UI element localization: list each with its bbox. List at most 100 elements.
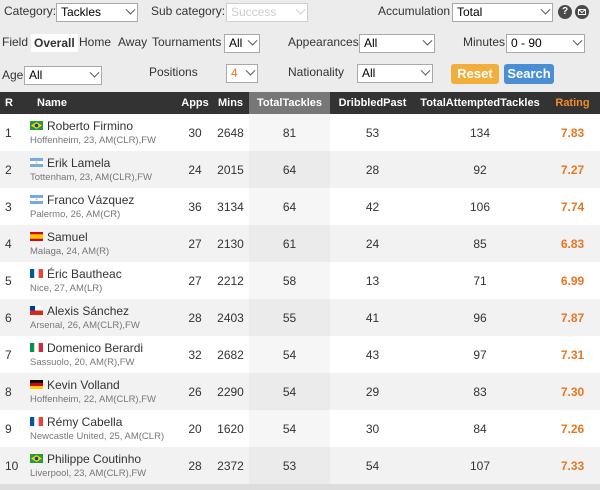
header-mins[interactable]: Mins xyxy=(212,92,249,114)
player-name-link[interactable]: Franco Vázquez xyxy=(47,193,134,207)
appearances-label: Appearances xyxy=(288,35,359,49)
player-name-link[interactable]: Erik Lamela xyxy=(47,156,110,170)
positions-label: Positions xyxy=(149,65,198,79)
header-apps[interactable]: Apps xyxy=(178,92,212,114)
reset-button[interactable]: Reset xyxy=(451,64,499,84)
rating-cell: 7.74 xyxy=(560,199,585,214)
email-icon[interactable] xyxy=(575,5,589,19)
player-name-link[interactable]: Rémy Cabella xyxy=(47,415,122,429)
attempted-tackles-cell: 71 xyxy=(473,273,487,288)
table-row[interactable]: 9 Rémy Cabella Newcastle United, 25, AM(CL… xyxy=(0,410,600,447)
subcategory-select-value: Success xyxy=(231,5,277,19)
germany-flag-icon xyxy=(30,378,43,392)
tournaments-select[interactable]: All xyxy=(224,34,260,53)
header-name[interactable]: Name xyxy=(30,92,178,114)
table-row[interactable]: 8 Kevin Volland Hoffenheim, 22, AM(CLR),FW… xyxy=(0,373,600,410)
player-info: Hoffenheim, 22, AM(CLR),FW xyxy=(30,394,157,405)
appearances-select[interactable]: All xyxy=(359,34,435,53)
search-button[interactable]: Search xyxy=(504,64,554,84)
positions-select[interactable]: 4 xyxy=(226,64,258,83)
field-option-overall[interactable]: Overall xyxy=(31,34,78,52)
total-tackles-cell: 64 xyxy=(249,151,330,188)
header-total-tackles[interactable]: TotalTackles xyxy=(249,92,330,114)
subcategory-select[interactable]: Success xyxy=(226,3,308,22)
total-tackles-cell: 54 xyxy=(249,336,330,373)
player-cell: Éric Bautheac Nice, 27, AM(LR) xyxy=(30,262,178,299)
rating-cell: 7.87 xyxy=(545,299,600,336)
player-info: Liverpool, 23, AM(CLR),FW xyxy=(30,468,147,479)
total-tackles-cell: 54 xyxy=(249,373,330,410)
help-icon[interactable]: ? xyxy=(558,5,572,19)
total-tackles-cell: 61 xyxy=(249,225,330,262)
scroll-track xyxy=(0,484,600,490)
tournaments-select-value: All xyxy=(229,36,243,50)
player-info: Newcastle United, 25, AM(CLR) xyxy=(30,431,165,442)
table-row[interactable]: 1 Roberto Firmino Hoffenheim, 23, AM(CLR),… xyxy=(0,114,600,151)
chevron-down-icon xyxy=(89,67,100,78)
dribbled-past-cell: 24 xyxy=(330,225,415,262)
table-row[interactable]: 10 Philippe Coutinho Liverpool, 23, AM(CLR… xyxy=(0,447,600,484)
player-name-link[interactable]: Philippe Coutinho xyxy=(47,452,141,466)
player-cell: Franco Vázquez Palermo, 26, AM(CR) xyxy=(30,188,178,225)
brazil-flag-icon xyxy=(30,452,43,466)
rank-cell: 1 xyxy=(5,125,12,140)
table-row[interactable]: 7 Domenico Berardi Sassuolo, 20, AM(R),FW 3… xyxy=(0,336,600,373)
total-tackles-cell: 54 xyxy=(249,410,330,447)
header-rank[interactable]: R xyxy=(0,92,30,114)
filter-row-category: Category: Tackles Sub category: Success … xyxy=(0,0,600,24)
field-option-home[interactable]: Home xyxy=(79,35,111,49)
attempted-tackles-cell: 84 xyxy=(473,421,487,436)
field-label: Field xyxy=(2,35,29,49)
player-name-link[interactable]: Samuel xyxy=(47,230,88,244)
total-tackles-cell: 64 xyxy=(249,188,330,225)
attempted-tackles-cell: 83 xyxy=(415,373,545,410)
positions-select-value: 4 xyxy=(231,66,238,80)
rating-cell: 7.30 xyxy=(545,373,600,410)
player-name-link[interactable]: Roberto Firmino xyxy=(47,119,133,133)
field-option-away[interactable]: Away xyxy=(118,35,147,49)
age-select[interactable]: All xyxy=(24,66,102,85)
rank-cell: 5 xyxy=(5,273,12,288)
accumulation-select[interactable]: Total xyxy=(452,3,553,22)
rating-cell: 7.26 xyxy=(560,421,585,436)
category-select[interactable]: Tackles xyxy=(56,3,138,22)
total-tackles-cell: 55 xyxy=(249,299,330,336)
table-row[interactable]: 4 Samuel Malaga, 24, AM(R) 27 2130 61 24 85 6.83 xyxy=(0,225,600,262)
subcategory-label: Sub category: xyxy=(151,4,226,18)
mins-cell: 2682 xyxy=(217,347,244,362)
player-info: Palermo, 26, AM(CR) xyxy=(30,209,121,220)
minutes-select[interactable]: 0 - 90 xyxy=(506,34,585,53)
argentina-flag-icon xyxy=(30,193,43,207)
rating-cell: 6.83 xyxy=(545,225,600,262)
player-info: Tottenham, 23, AM(CLR),FW xyxy=(30,172,152,183)
nationality-select[interactable]: All xyxy=(357,64,433,83)
player-name-link[interactable]: Domenico Berardi xyxy=(47,341,143,355)
player-info: Nice, 27, AM(LR) xyxy=(30,283,103,294)
apps-cell: 28 xyxy=(178,447,212,484)
attempted-tackles-cell: 85 xyxy=(415,225,545,262)
header-rating[interactable]: Rating xyxy=(545,92,600,114)
player-name-link[interactable]: Alexis Sánchez xyxy=(47,304,129,318)
table-row[interactable]: 3 Franco Vázquez Palermo, 26, AM(CR) 36 3134… xyxy=(0,188,600,225)
table-row[interactable]: 6 Alexis Sánchez Arsenal, 26, AM(CLR),FW 28… xyxy=(0,299,600,336)
player-cell: Roberto Firmino Hoffenheim, 23, AM(CLR),F… xyxy=(30,114,178,151)
rating-cell: 7.33 xyxy=(545,447,600,484)
france-flag-icon xyxy=(30,267,43,281)
nationality-select-value: All xyxy=(362,66,376,80)
table-row[interactable]: 2 Erik Lamela Tottenham, 23, AM(CLR),FW 24 2… xyxy=(0,151,600,188)
chevron-down-icon xyxy=(420,65,431,76)
dribbled-past-cell: 13 xyxy=(365,273,380,288)
spain-flag-icon xyxy=(30,230,43,244)
accumulation-select-value: Total xyxy=(457,5,483,19)
category-label: Category: xyxy=(4,4,57,18)
player-cell: Domenico Berardi Sassuolo, 20, AM(R),FW xyxy=(30,336,178,373)
player-name-link[interactable]: Kevin Volland xyxy=(47,378,120,392)
chevron-down-icon xyxy=(245,65,256,76)
table-row[interactable]: 5 Éric Bautheac Nice, 27, AM(LR) 27 2212 58 13… xyxy=(0,262,600,299)
player-name-link[interactable]: Éric Bautheac xyxy=(47,267,122,281)
header-dribbled-past[interactable]: DribbledPast xyxy=(330,92,415,114)
dribbled-past-cell: 43 xyxy=(365,347,380,362)
apps-cell: 28 xyxy=(178,299,212,336)
mins-cell: 2015 xyxy=(212,151,249,188)
header-total-attempted-tackles[interactable]: TotalAttemptedTackles xyxy=(415,92,545,114)
